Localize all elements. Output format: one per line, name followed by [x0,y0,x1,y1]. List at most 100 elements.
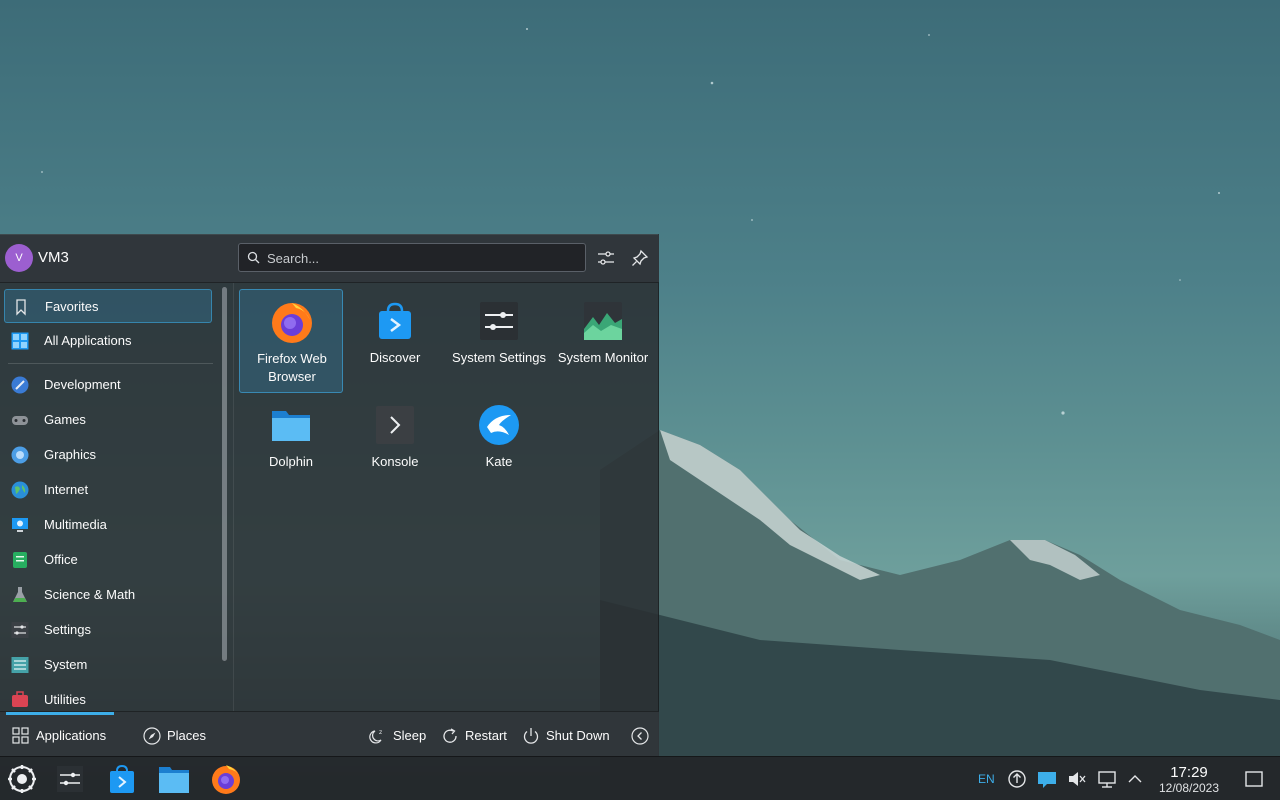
pin-button[interactable] [629,247,651,269]
restart-icon [441,727,459,745]
app-label: System Monitor [557,350,649,365]
sidebar-item-utilities[interactable]: Utilities [4,683,212,709]
office-icon [11,551,29,569]
development-icon [11,376,29,394]
tab-applications[interactable]: Applications [12,720,122,750]
taskbar-system-settings[interactable] [52,762,88,796]
kate-icon [477,403,521,447]
toolbox-icon [11,691,29,709]
sidebar-item-office[interactable]: Office [4,543,212,577]
multimedia-icon [11,516,29,534]
sidebar-item-label: Games [44,412,86,427]
taskbar: EN 17:29 12/08/2023 [0,756,1280,800]
app-dolphin[interactable]: Dolphin [239,393,343,497]
tray-updates[interactable] [1007,769,1027,789]
panel-divider [233,283,234,711]
launcher-footer: Applications Places z Sleep Restart Shut… [0,711,659,757]
sidebar-item-settings[interactable]: Settings [4,613,212,647]
tray-volume[interactable] [1067,769,1087,789]
sidebar-item-all-applications[interactable]: All Applications [4,324,212,358]
keyboard-layout-indicator[interactable]: EN [978,772,995,786]
show-desktop-button[interactable] [1244,769,1264,789]
sidebar-item-label: Favorites [45,299,99,314]
tray-network[interactable] [1097,769,1117,789]
button-label: Restart [465,728,507,743]
show-desktop-icon [1244,771,1264,793]
launcher-icon [4,765,40,800]
globe-icon [11,481,29,499]
sidebar-item-multimedia[interactable]: Multimedia [4,508,212,542]
volume-muted-icon [1067,772,1087,793]
app-label: Dolphin [268,454,314,469]
avatar[interactable]: V [5,244,33,272]
sidebar-item-label: System [44,657,88,672]
chevron-left-icon [631,727,649,745]
chevron-up-icon [1125,775,1145,793]
sidebar-item-graphics[interactable]: Graphics [4,438,212,472]
sidebar-item-favorites[interactable]: Favorites [4,289,212,323]
tray-expand[interactable] [1125,769,1145,789]
search-icon [247,251,260,269]
system-icon [11,656,29,674]
sidebar-item-label: Settings [44,622,91,637]
discover-icon [373,299,417,343]
graphics-icon [11,446,29,464]
sidebar-item-science-math[interactable]: Science & Math [4,578,212,612]
application-launcher-button[interactable] [4,762,40,796]
app-system-monitor[interactable]: System Monitor [551,289,655,393]
search-field[interactable] [238,243,586,272]
configure-button[interactable] [595,247,617,269]
digital-clock[interactable]: 17:29 12/08/2023 [1152,764,1226,796]
taskbar-discover[interactable] [104,762,140,796]
app-label: Firefox Web Browser [257,351,327,384]
compass-icon [143,727,161,745]
application-launcher: V VM3 Favorites All Applications [0,234,659,757]
gamepad-icon [11,411,29,429]
sidebar-item-label: Science & Math [44,587,136,602]
discover-icon [104,764,140,800]
sidebar-item-label: Utilities [44,692,86,707]
active-tab-indicator [6,712,114,715]
button-label: Shut Down [546,728,610,743]
app-konsole[interactable]: Konsole [343,393,447,497]
taskbar-firefox[interactable] [208,762,244,796]
bookmark-icon [12,298,30,316]
more-actions-button[interactable] [631,720,651,750]
sleep-button[interactable]: z Sleep [369,720,429,750]
app-discover[interactable]: Discover [343,289,447,393]
sidebar-item-label: Multimedia [44,517,107,532]
taskbar-dolphin[interactable] [156,762,192,796]
sidebar-item-label: Graphics [44,447,97,462]
search-input[interactable] [267,248,567,268]
sidebar-item-system[interactable]: System [4,648,212,682]
folder-icon [156,767,192,800]
tab-label: Places [167,728,207,743]
sleep-icon: z [369,727,387,745]
button-label: Sleep [393,728,427,743]
system-settings-icon [477,299,521,343]
tray-notifications[interactable] [1037,769,1057,789]
system-settings-icon [52,766,88,800]
sidebar-item-games[interactable]: Games [4,403,212,437]
app-kate[interactable]: Kate [447,393,551,497]
app-label: System Settings [452,350,546,365]
app-label: Kate [485,454,513,469]
sidebar-item-label: All Applications [44,333,132,348]
grid-icon [12,727,30,745]
sidebar-item-development[interactable]: Development [4,368,212,402]
tab-label: Applications [36,728,107,743]
tab-places[interactable]: Places [143,720,213,750]
system-monitor-icon [581,299,625,343]
updates-icon [1007,770,1027,793]
app-system-settings[interactable]: System Settings [447,289,551,393]
power-icon [522,727,540,745]
sidebar-item-internet[interactable]: Internet [4,473,212,507]
app-firefox[interactable]: Firefox Web Browser [239,289,343,393]
clock-time: 17:29 [1170,764,1208,781]
folder-icon [269,403,313,447]
sidebar-scrollbar[interactable] [222,287,227,661]
restart-button[interactable]: Restart [441,720,511,750]
settings-icon [11,621,29,639]
shutdown-button[interactable]: Shut Down [522,720,617,750]
firefox-icon [270,300,314,344]
